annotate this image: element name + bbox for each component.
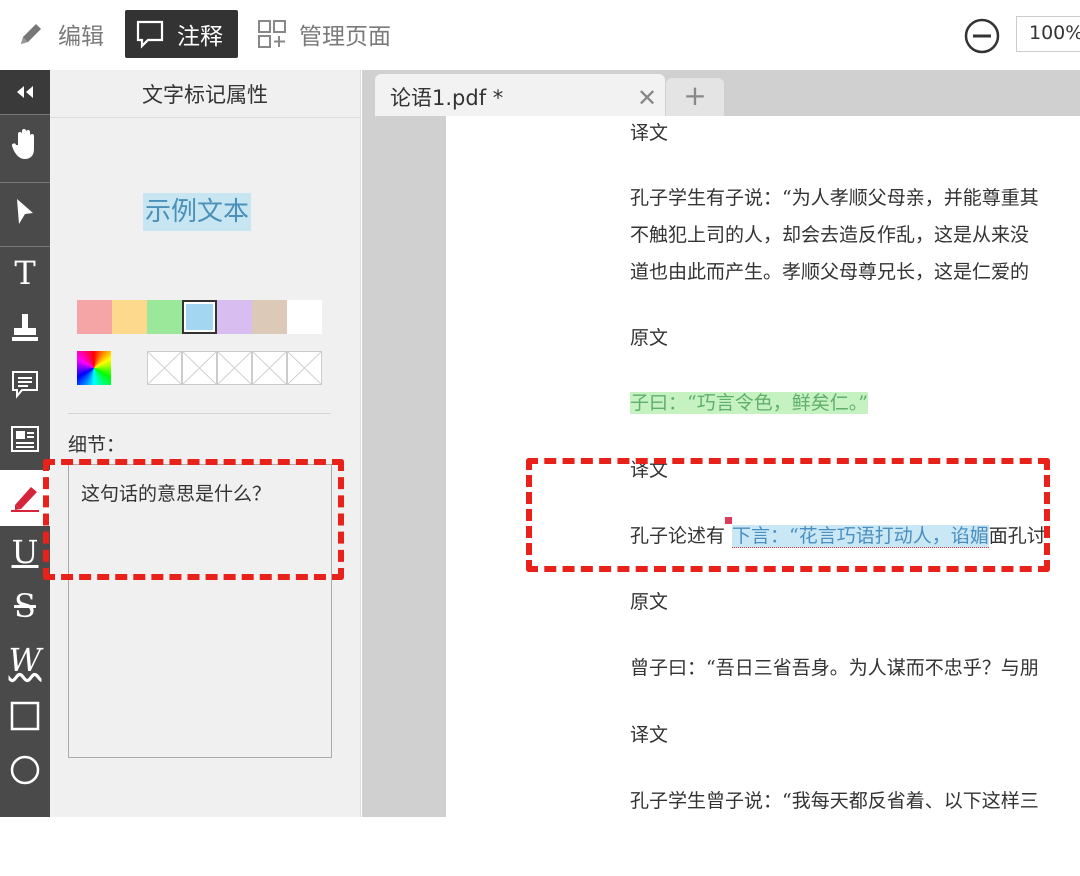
strikeout-icon: S [14, 587, 36, 625]
stamp-icon [12, 314, 38, 341]
strikeout-tool[interactable]: S [0, 580, 50, 632]
close-icon[interactable]: ✕ [637, 84, 657, 112]
arrow-cursor-icon [17, 198, 33, 224]
top-toolbar: 编辑 注释 管理页面 100% [0, 0, 1080, 70]
tool-strip: T U S W [0, 70, 50, 817]
edit-button[interactable]: 编辑 [14, 10, 104, 58]
color-swatch-purple[interactable] [217, 300, 252, 334]
color-swatch-yellow[interactable] [112, 300, 147, 334]
text-line: 道也由此而产生。孝顺父母尊兄长，这是仁爱的 [630, 261, 1030, 283]
rectangle-icon [10, 701, 40, 731]
double-chevron-left-icon [17, 86, 33, 98]
manage-pages-label: 管理页面 [299, 24, 391, 50]
note-tool[interactable] [0, 358, 50, 410]
document-tab[interactable]: 论语1.pdf * ✕ [375, 74, 665, 116]
panel-divider [68, 413, 331, 414]
comment-icon [133, 17, 167, 51]
color-swatch-white[interactable] [287, 300, 322, 334]
empty-color-slot[interactable] [182, 351, 217, 385]
zoom-level-field[interactable]: 100% [1016, 16, 1080, 52]
document-tab-title: 论语1.pdf * [390, 86, 504, 110]
properties-panel: 文字标记属性 示例文本 细节： 这句话的意思是什么？ [50, 70, 361, 817]
callout-box-selection [526, 458, 1050, 572]
green-highlight[interactable]: 子曰：“巧言令色，鲜矣仁。” [630, 392, 868, 414]
color-swatch-green[interactable] [147, 300, 182, 334]
hand-icon [11, 128, 34, 159]
document-area: 论语1.pdf * ✕ + 译文 孔子学生有子说：“为人孝顺父母亲，并能尊重其 … [362, 70, 1080, 876]
custom-color-picker-icon[interactable] [77, 351, 111, 385]
color-swatch-red[interactable] [77, 300, 112, 334]
detail-label: 细节： [68, 434, 126, 456]
highlighter-icon [11, 487, 39, 512]
color-swatch-blue[interactable] [182, 300, 217, 334]
ellipse-tool[interactable] [0, 744, 50, 796]
textbox-icon [11, 426, 39, 452]
hand-tool[interactable] [0, 114, 50, 172]
circle-icon [10, 755, 40, 785]
annotate-label: 注释 [177, 24, 223, 50]
sample-text-preview: 示例文本 [143, 193, 252, 231]
empty-color-slot[interactable] [217, 351, 252, 385]
empty-color-slot[interactable] [147, 351, 182, 385]
text-line: 孔子学生有子说：“为人孝顺父母亲，并能尊重其 [630, 187, 1039, 209]
manage-pages-button[interactable]: 管理页面 [255, 10, 391, 58]
color-swatch-tan[interactable] [252, 300, 287, 334]
text-line: 译文 [630, 724, 669, 746]
collapse-panel-button[interactable] [0, 70, 50, 114]
empty-custom-slots [147, 351, 322, 385]
text-line: 译文 [630, 122, 669, 144]
text-line: 不触犯上司的人，却会去造反作乱，这是从来没 [630, 224, 1030, 246]
plus-icon: + [683, 79, 707, 112]
note-icon [12, 371, 38, 399]
panel-title: 文字标记属性 [50, 70, 360, 118]
color-swatches [77, 300, 322, 334]
zoom-out-icon[interactable] [962, 16, 1002, 56]
underline-icon: U [11, 533, 39, 571]
empty-color-slot[interactable] [287, 351, 322, 385]
text-line: 原文 [630, 591, 669, 613]
edit-label: 编辑 [58, 24, 104, 50]
rectangle-tool[interactable] [0, 690, 50, 742]
textbox-tool[interactable] [0, 413, 50, 465]
text-line: 原文 [630, 327, 669, 349]
pencil-icon [14, 17, 48, 51]
text-line-highlighted: 子曰：“巧言令色，鲜矣仁。” [630, 388, 868, 415]
new-tab-button[interactable]: + [666, 78, 724, 116]
text-line: 曾子曰：“吾日三省吾身。为人谋而不忠乎？与朋 [630, 657, 1039, 679]
select-tool[interactable] [0, 182, 50, 240]
empty-color-slot[interactable] [252, 351, 287, 385]
text-t-icon: T [14, 253, 36, 292]
annotate-button[interactable]: 注释 [125, 10, 238, 58]
squiggly-tool[interactable]: W [0, 634, 50, 686]
text-line: 孔子学生曾子说：“我每天都反省着、以下这样三 [630, 790, 1039, 812]
pages-grid-icon [255, 17, 289, 51]
text-tool[interactable]: T [0, 246, 50, 298]
tab-bar: 论语1.pdf * ✕ + [362, 70, 1080, 116]
stamp-tool[interactable] [0, 302, 50, 354]
callout-box-detail [43, 459, 344, 580]
squiggly-icon: W [8, 641, 42, 679]
